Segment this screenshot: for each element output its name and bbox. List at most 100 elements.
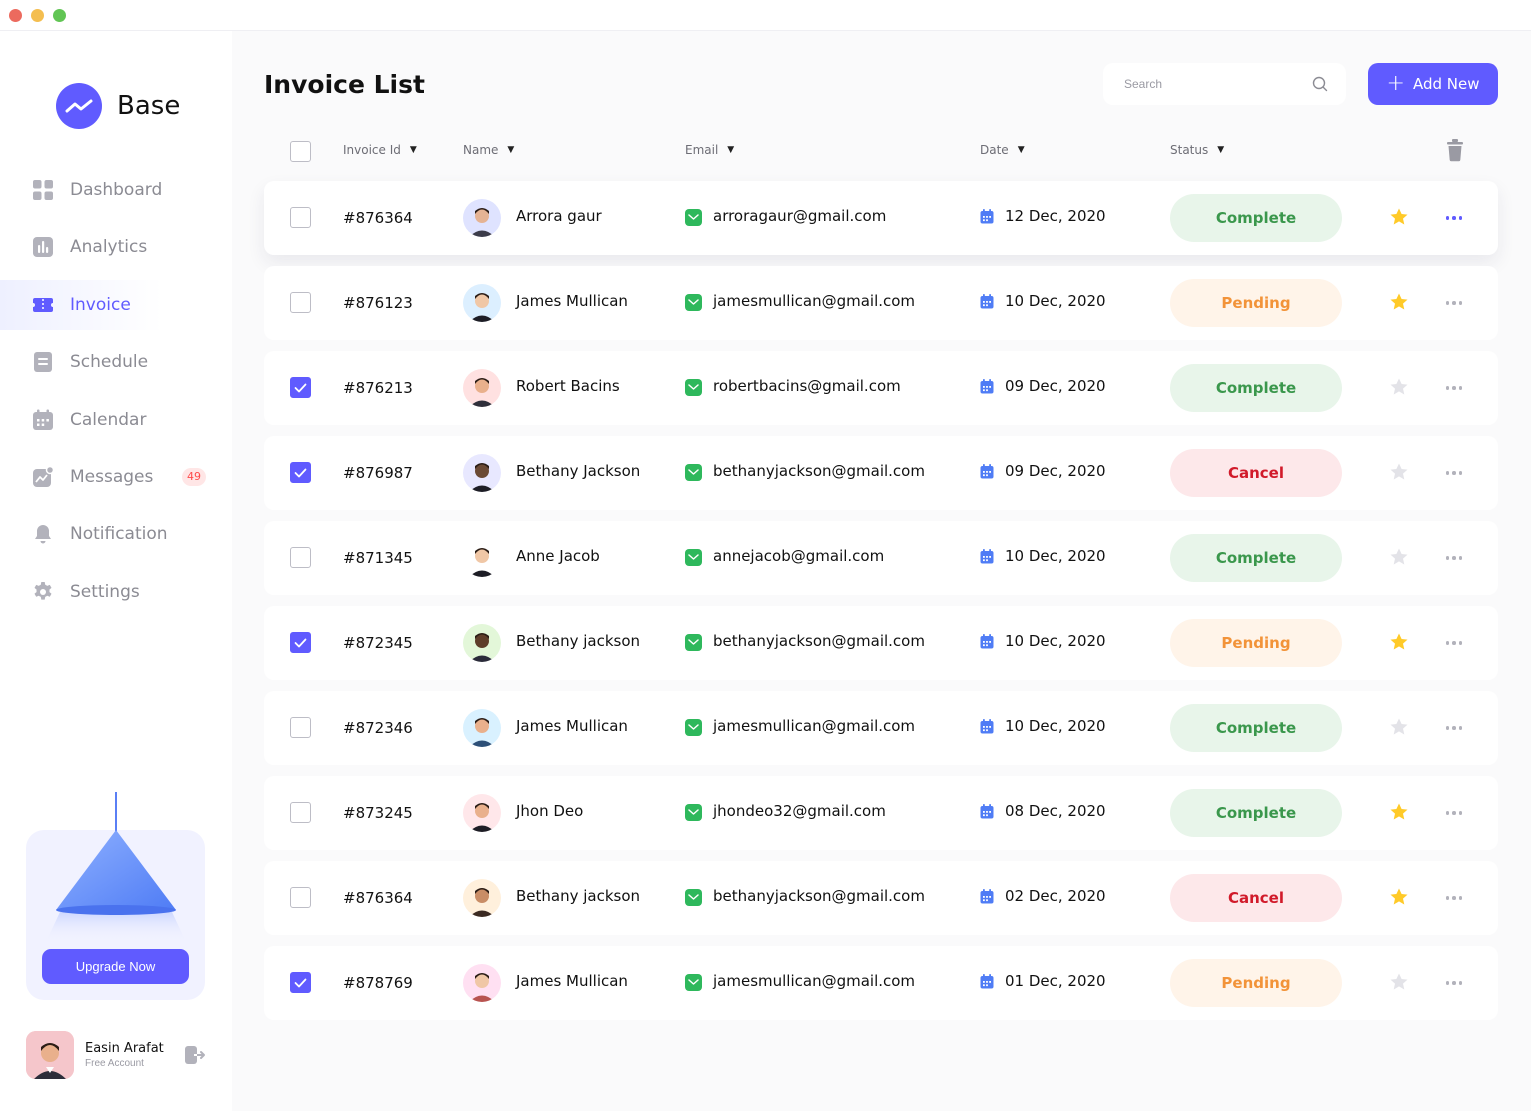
- search-input[interactable]: [1103, 63, 1346, 105]
- column-header-email[interactable]: Email ▼: [685, 143, 734, 157]
- row-checkbox[interactable]: [290, 887, 311, 908]
- customer-email: robertbacins@gmail.com: [713, 377, 901, 395]
- row-checkbox[interactable]: [290, 547, 311, 568]
- star-icon[interactable]: [1389, 972, 1409, 992]
- checkmark-icon: [294, 468, 307, 477]
- user-profile[interactable]: Easin Arafat Free Account: [26, 1031, 206, 1079]
- customer-email: jamesmullican@gmail.com: [713, 292, 916, 310]
- window-maximize-button[interactable]: [53, 9, 66, 22]
- sidebar-item-notification[interactable]: Notification: [0, 509, 232, 559]
- invoice-id: #876123: [343, 294, 413, 312]
- star-icon[interactable]: [1389, 207, 1409, 227]
- row-checkbox[interactable]: [290, 462, 311, 483]
- table-row[interactable]: #871345 Anne Jacob annejacob@gmail.com 1…: [264, 521, 1498, 595]
- column-header-date[interactable]: Date ▼: [980, 143, 1025, 157]
- add-new-button[interactable]: + Add New: [1368, 63, 1498, 105]
- star-icon[interactable]: [1389, 632, 1409, 652]
- page-title: Invoice List: [264, 70, 425, 99]
- sidebar-item-messages[interactable]: Messages 49: [0, 452, 232, 502]
- column-header-invoice-id[interactable]: Invoice Id ▼: [343, 143, 417, 157]
- search-icon[interactable]: [1311, 75, 1329, 93]
- calendar-icon: [980, 719, 994, 734]
- table-row[interactable]: #876123 James Mullican jamesmullican@gma…: [264, 266, 1498, 340]
- sidebar-item-schedule[interactable]: Schedule: [0, 337, 232, 387]
- checkmark-icon: [294, 978, 307, 987]
- row-checkbox[interactable]: [290, 632, 311, 653]
- customer-email: bethanyjackson@gmail.com: [713, 632, 925, 650]
- star-icon[interactable]: [1389, 547, 1409, 567]
- mail-icon: [685, 379, 702, 396]
- sidebar-item-settings[interactable]: Settings: [0, 567, 232, 617]
- more-options-icon[interactable]: [1442, 463, 1466, 483]
- mail-icon: [685, 889, 702, 906]
- calendar-icon: [32, 409, 54, 431]
- table-row[interactable]: #876987 Bethany Jackson bethanyjackson@g…: [264, 436, 1498, 510]
- invoice-id: #873245: [343, 804, 413, 822]
- trash-icon[interactable]: [1444, 138, 1466, 162]
- sort-caret-icon: ▼: [409, 145, 417, 155]
- customer-name: James Mullican: [516, 717, 628, 735]
- sidebar-item-dashboard[interactable]: Dashboard: [0, 165, 232, 215]
- customer-email: annejacob@gmail.com: [713, 547, 885, 565]
- table-row[interactable]: #876364 Bethany jackson bethanyjackson@g…: [264, 861, 1498, 935]
- avatar: [463, 794, 501, 832]
- row-checkbox[interactable]: [290, 377, 311, 398]
- brand-logo[interactable]: Base: [56, 83, 180, 129]
- more-options-icon[interactable]: [1442, 548, 1466, 568]
- row-checkbox[interactable]: [290, 972, 311, 993]
- more-options-icon[interactable]: [1442, 208, 1466, 228]
- calendar-icon: [980, 974, 994, 989]
- more-options-icon[interactable]: [1442, 293, 1466, 313]
- row-checkbox[interactable]: [290, 717, 311, 738]
- sidebar-item-analytics[interactable]: Analytics: [0, 222, 232, 272]
- row-checkbox[interactable]: [290, 292, 311, 313]
- table-row[interactable]: #872346 James Mullican jamesmullican@gma…: [264, 691, 1498, 765]
- table-row[interactable]: #872345 Bethany jackson bethanyjackson@g…: [264, 606, 1498, 680]
- status-badge: Complete: [1170, 789, 1342, 837]
- select-all-checkbox[interactable]: [290, 141, 311, 162]
- customer-name: Bethany Jackson: [516, 462, 641, 480]
- profile-plan: Free Account: [85, 1058, 144, 1069]
- row-checkbox[interactable]: [290, 802, 311, 823]
- more-options-icon[interactable]: [1442, 803, 1466, 823]
- row-checkbox[interactable]: [290, 207, 311, 228]
- invoice-date: 09 Dec, 2020: [1005, 462, 1106, 480]
- messages-icon: [32, 465, 54, 488]
- more-options-icon[interactable]: [1442, 888, 1466, 908]
- table-row[interactable]: #876213 Robert Bacins robertbacins@gmail…: [264, 351, 1498, 425]
- calendar-icon: [980, 889, 994, 904]
- invoice-date: 01 Dec, 2020: [1005, 972, 1106, 990]
- star-icon[interactable]: [1389, 462, 1409, 482]
- column-header-status[interactable]: Status ▼: [1170, 143, 1224, 157]
- star-icon[interactable]: [1389, 802, 1409, 822]
- mail-icon: [685, 464, 702, 481]
- star-icon[interactable]: [1389, 292, 1409, 312]
- status-badge: Pending: [1170, 279, 1342, 327]
- calendar-icon: [980, 209, 994, 224]
- sidebar-item-invoice[interactable]: Invoice: [0, 279, 232, 330]
- customer-email: bethanyjackson@gmail.com: [713, 887, 925, 905]
- column-label: Name: [463, 143, 499, 157]
- star-icon[interactable]: [1389, 887, 1409, 907]
- logout-icon[interactable]: [184, 1044, 206, 1066]
- column-header-name[interactable]: Name ▼: [463, 143, 514, 157]
- star-icon[interactable]: [1389, 717, 1409, 737]
- invoice-date: 10 Dec, 2020: [1005, 717, 1106, 735]
- sidebar-item-calendar[interactable]: Calendar: [0, 395, 232, 445]
- invoice-id: #876364: [343, 889, 413, 907]
- upgrade-now-button[interactable]: Upgrade Now: [42, 949, 189, 984]
- mail-icon: [685, 804, 702, 821]
- more-options-icon[interactable]: [1442, 633, 1466, 653]
- star-icon[interactable]: [1389, 377, 1409, 397]
- table-row[interactable]: #878769 James Mullican jamesmullican@gma…: [264, 946, 1498, 1020]
- customer-name: Jhon Deo: [516, 802, 584, 820]
- table-row[interactable]: #873245 Jhon Deo jhondeo32@gmail.com 08 …: [264, 776, 1498, 850]
- customer-name: Arrora gaur: [516, 207, 602, 225]
- more-options-icon[interactable]: [1442, 378, 1466, 398]
- window-close-button[interactable]: [9, 9, 22, 22]
- more-options-icon[interactable]: [1442, 718, 1466, 738]
- table-row[interactable]: #876364 Arrora gaur arroragaur@gmail.com…: [264, 181, 1498, 255]
- more-options-icon[interactable]: [1442, 973, 1466, 993]
- customer-email: jhondeo32@gmail.com: [713, 802, 886, 820]
- window-minimize-button[interactable]: [31, 9, 44, 22]
